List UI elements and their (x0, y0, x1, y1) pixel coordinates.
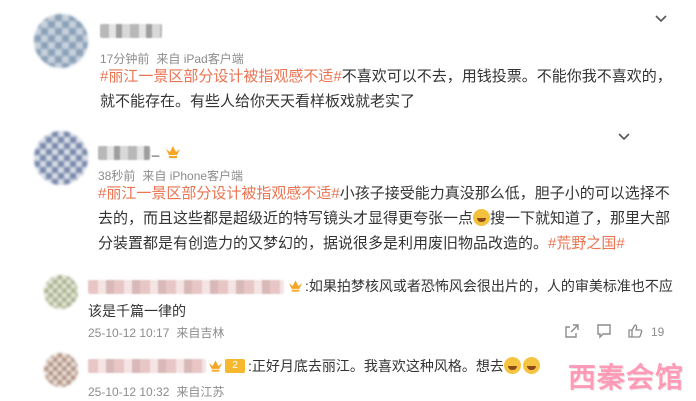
comment-text: #丽江一景区部分设计被指观感不适#小孩子接受能力真没那么低，胆子小的可以选择不 … (98, 185, 671, 252)
watermark: 西秦会馆 (568, 361, 685, 394)
like-icon[interactable] (627, 323, 643, 339)
comment-text: #丽江一景区部分设计被指观感不适#不喜欢可以不去，用钱投票。不能你我不喜欢的， … (100, 64, 672, 114)
share-icon[interactable] (564, 323, 580, 339)
comment-line: 就不能存在。有些人给你天天看样板戏就老实了 (100, 93, 416, 110)
chevron-down-icon[interactable] (617, 130, 631, 144)
reply-text: :正好月底去丽江。我喜欢这种风格。想去 (248, 354, 540, 379)
comment-line: #丽江一景区部分设计被指观感不适#不喜欢可以不去，用钱投票。不能你我不喜欢的， (100, 68, 672, 85)
reply-time: 25-10-12 10:32 (88, 385, 170, 399)
like-count: 19 (651, 325, 665, 339)
chevron-down-icon[interactable] (654, 12, 668, 26)
topic-link[interactable]: #丽江一景区部分设计被指观感不适# (100, 68, 342, 85)
reply-source: 来自江苏 (176, 385, 225, 399)
avatar[interactable] (34, 14, 88, 68)
topic-link[interactable]: #荒野之国# (548, 235, 625, 252)
avatar[interactable] (44, 353, 78, 387)
username[interactable] (100, 24, 162, 38)
avatar[interactable] (34, 131, 88, 185)
username[interactable] (88, 359, 206, 373)
username[interactable] (98, 146, 150, 160)
reply-text: :如果拍梦核风或者恐怖风会很出片的，人的审美标准也不应 该是千篇一律的 (88, 278, 673, 319)
avatar[interactable] (44, 275, 78, 309)
reply-time: 25-10-12 10:17 (88, 326, 170, 340)
crown-badge-icon (165, 145, 181, 159)
comment-icon[interactable] (596, 323, 612, 339)
topic-link[interactable]: #丽江一景区部分设计被指观感不适# (98, 185, 340, 202)
laughing-emoji-icon (522, 357, 540, 374)
username-suffix: _ (152, 142, 160, 157)
reply-meta: 25-10-12 10:17 来自吉林 (88, 324, 231, 341)
smirk-emoji-icon (473, 209, 491, 226)
laughing-emoji-icon (503, 357, 521, 374)
reply-meta: 25-10-12 10:32 来自江苏 (88, 383, 231, 400)
crown-badge-icon (208, 359, 223, 373)
level-badge: 2 (225, 359, 245, 373)
reply-source: 来自吉林 (176, 326, 225, 340)
